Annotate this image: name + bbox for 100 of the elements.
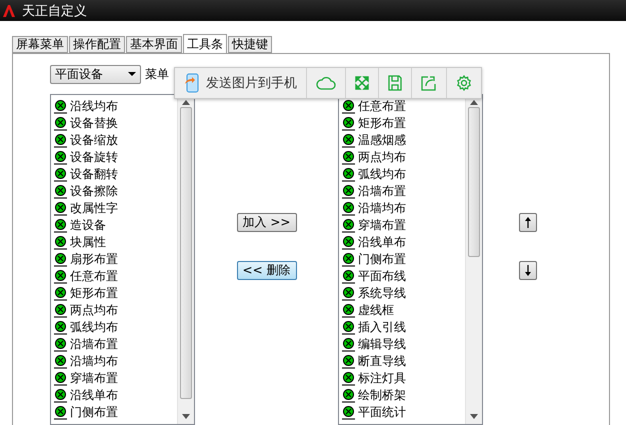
tab[interactable]: 操作配置 [69,36,125,53]
list-item[interactable]: 两点均布 [339,149,465,166]
symbol-icon [53,320,68,335]
symbol-icon [53,133,68,148]
list-item[interactable]: 断直导线 [339,353,465,370]
symbol-icon [53,184,68,199]
move-up-button[interactable] [519,213,537,232]
settings-icon [456,75,472,91]
tab[interactable]: 工具条 [183,34,227,53]
tab[interactable]: 快捷键 [228,36,272,53]
symbol-icon [53,388,68,403]
symbol-icon [341,354,356,369]
list-item[interactable]: 沿墙布置 [339,183,465,200]
list-item[interactable]: 沿墙布置 [51,336,177,353]
symbol-icon [53,150,68,165]
list-item[interactable]: 任意布置 [339,98,465,115]
symbol-icon [53,116,68,131]
list-item[interactable]: 矩形布置 [51,285,177,302]
list-item[interactable]: 温感烟感 [339,132,465,149]
symbol-icon [53,337,68,352]
dropdown-caret-icon [128,72,136,76]
symbol-icon [341,337,356,352]
symbol-icon [53,218,68,233]
list-item[interactable]: 设备擦除 [51,183,177,200]
list-item[interactable]: 沿线均布 [51,98,177,115]
symbol-icon [341,218,356,233]
symbol-icon [53,303,68,318]
symbol-icon [53,99,68,114]
list-item[interactable]: 门侧布置 [339,251,465,268]
menu-group-label: 菜单 [145,66,169,82]
tab[interactable]: 屏幕菜单 [12,36,68,53]
list-item[interactable]: 设备替换 [51,115,177,132]
down-arrow-icon [525,265,531,276]
send-to-phone-button[interactable]: 发送图片到手机 [175,68,307,98]
symbol-icon [53,286,68,301]
list-item[interactable]: 弧线均布 [339,166,465,183]
symbol-icon [341,286,356,301]
list-item[interactable]: 设备旋转 [51,149,177,166]
symbol-icon [341,405,356,420]
symbol-icon [53,201,68,216]
up-arrow-icon [525,217,531,228]
menu-group-dropdown[interactable]: 平面设备 [50,64,141,84]
symbol-icon [341,303,356,318]
tab[interactable]: 基本界面 [126,36,182,53]
list-item[interactable]: 矩形布置 [339,115,465,132]
symbol-icon [341,116,356,131]
list-item[interactable]: 沿线单布 [51,387,177,404]
save-icon [388,75,402,91]
list-item[interactable]: 虚线框 [339,302,465,319]
scroll-thumb[interactable] [180,107,192,399]
scroll-down-icon[interactable] [470,414,478,419]
list-item[interactable]: 弧线均布 [51,319,177,336]
symbol-icon [341,167,356,182]
list-item[interactable]: 系统导线 [339,285,465,302]
list-item[interactable]: 沿墙均布 [339,200,465,217]
list-item[interactable]: 沿墙均布 [51,353,177,370]
list-item[interactable]: 扇形布置 [51,251,177,268]
expand-icon [355,76,369,90]
list-item[interactable]: 穿墙布置 [339,217,465,234]
list-item[interactable]: 插入引线 [339,319,465,336]
list-box[interactable]: 沿线均布 设备替换 设备缩放 设备旋转 设备翻转 设备擦除 改属性字 造设备 块属性 扇形布置 任意布置 矩形布置 两点均布 弧线均布 沿墙布置 沿墙均布 穿墙布置 沿线单布 门侧布置 [50,94,195,425]
list-item[interactable]: 沿线单布 [339,234,465,251]
symbol-icon [53,371,68,386]
symbol-icon [341,269,356,284]
cloud-icon [316,76,336,90]
symbol-icon [53,235,68,250]
app-logo-icon [2,4,16,18]
symbol-icon [341,150,356,165]
symbol-icon [341,320,356,335]
list-item[interactable]: 设备缩放 [51,132,177,149]
list-item[interactable]: 改属性字 [51,200,177,217]
list-item[interactable]: 设备翻转 [51,166,177,183]
list-item[interactable]: 门侧布置 [51,404,177,421]
list-item[interactable]: 平面统计 [339,404,465,421]
symbol-icon [53,354,68,369]
list-item[interactable]: 标注灯具 [339,370,465,387]
symbol-icon [341,252,356,267]
symbol-icon [341,235,356,250]
list-box[interactable]: 任意布置 矩形布置 温感烟感 两点均布 弧线均布 沿墙布置 沿墙均布 穿墙布置 沿线单布 门侧布置 平面布线 系统导线 虚线框 插入引线 编辑导线 断直导线 标注灯具 绘制桥架 平面统计 [338,94,483,425]
list-item[interactable]: 平面布线 [339,268,465,285]
list-item[interactable]: 两点均布 [51,302,177,319]
list-item[interactable]: 任意布置 [51,268,177,285]
list-item[interactable]: 编辑导线 [339,336,465,353]
window-title: 天正自定义 [22,2,87,20]
scroll-down-icon[interactable] [182,414,190,419]
list-item[interactable]: 穿墙布置 [51,370,177,387]
list-item[interactable]: 块属性 [51,234,177,251]
symbol-icon [53,405,68,420]
remove-button[interactable]: << 删除 [236,261,296,280]
add-button[interactable]: 加入 >> [236,213,296,232]
move-down-button[interactable] [519,261,537,280]
list-item[interactable]: 绘制桥架 [339,387,465,404]
symbol-icon [341,201,356,216]
symbol-icon [341,133,356,148]
scroll-thumb[interactable] [468,107,480,257]
symbol-icon [341,184,356,199]
symbol-icon [53,167,68,182]
symbol-icon [53,252,68,267]
list-item[interactable]: 造设备 [51,217,177,234]
symbol-icon [53,269,68,284]
